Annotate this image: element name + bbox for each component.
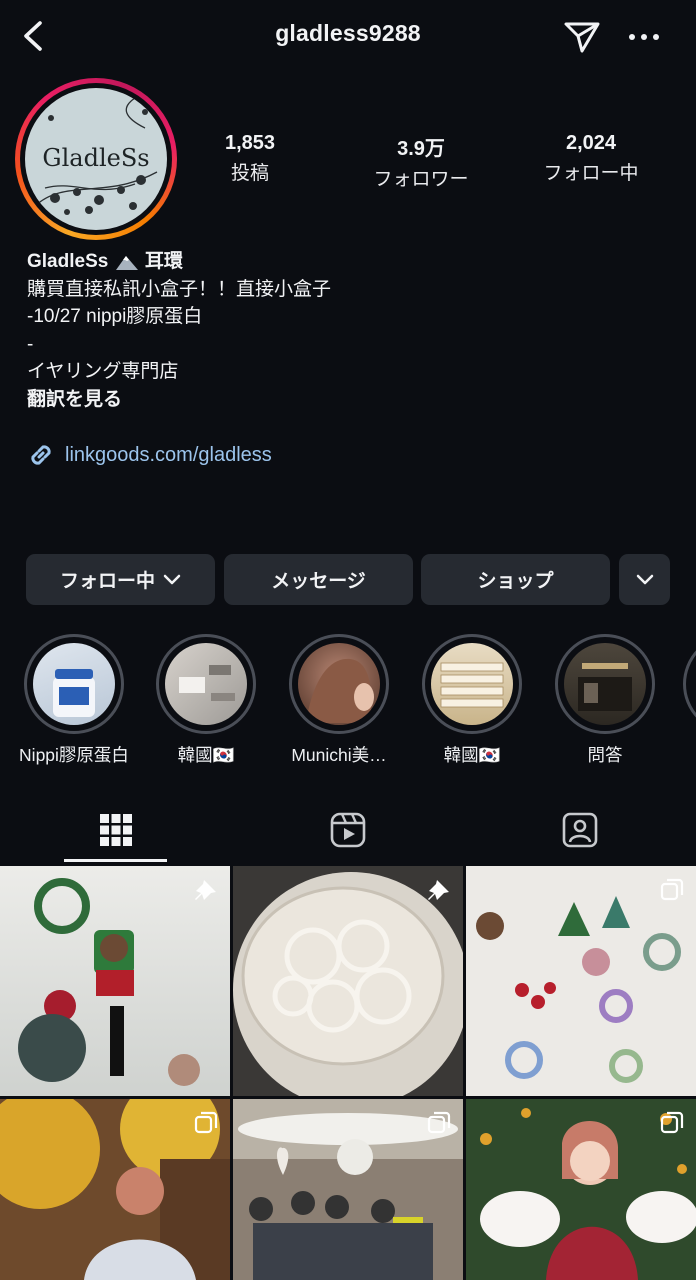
highlight-label: Nippi膠原蛋白 (19, 745, 129, 765)
active-tab-indicator (64, 859, 167, 862)
followers-stat[interactable]: 3.9万 フォロワー (351, 132, 491, 191)
story-highlight[interactable]: Nippi膠原蛋白 (19, 634, 129, 767)
shop-button-label: ショップ (477, 571, 554, 592)
pinned-post-icon (195, 880, 216, 900)
avatar-logo-text: GladleSs (42, 144, 150, 172)
chevron-down-icon (636, 574, 653, 584)
send-icon[interactable] (562, 16, 602, 56)
story-highlight[interactable]: Munichi美… (284, 634, 394, 767)
post-thumbnail[interactable] (466, 866, 696, 1096)
profile-avatar[interactable]: GladleSs (25, 88, 167, 230)
display-name: GladleSs (27, 251, 109, 272)
profile-bio: GladleSs 耳環 購買直接私訊小盒子！！直接小盒子 -10/27 nipp… (27, 248, 667, 413)
profile-link[interactable]: linkgoods.com/gladless (27, 440, 272, 470)
highlight-cover (33, 643, 115, 725)
link-icon (31, 445, 51, 465)
following-label: フォロー中 (543, 163, 639, 184)
post-thumbnail[interactable] (0, 866, 230, 1096)
bio-line: イヤリング専門店 (27, 361, 179, 382)
carousel-icon (427, 1111, 451, 1134)
following-count: 2,024 (565, 132, 617, 154)
display-name-suffix: 耳環 (144, 251, 183, 272)
following-button[interactable]: フォロー中 (26, 554, 215, 605)
post-thumbnail[interactable] (0, 1099, 230, 1280)
more-options-icon[interactable] (626, 22, 662, 52)
pinned-post-icon (428, 880, 449, 900)
highlight-cover (298, 643, 380, 725)
message-button[interactable]: メッセージ (224, 554, 413, 605)
chevron-down-icon (163, 574, 181, 584)
highlight-label: 韓國🇰🇷 (443, 745, 501, 765)
bio-name-line: GladleSs 耳環 (27, 248, 667, 276)
posts-stat[interactable]: 1,853 投稿 (180, 132, 320, 185)
highlight-cover (431, 643, 513, 725)
mountain-emoji-icon (115, 255, 138, 270)
highlight-cover (564, 643, 646, 725)
clips-photo-icon (179, 665, 235, 701)
post-thumbnail[interactable] (233, 1099, 463, 1280)
following-stat[interactable]: 2,024 フォロー中 (521, 132, 661, 185)
highlight-label: 韓國🇰🇷 (177, 745, 235, 765)
posts-label: 投稿 (230, 163, 269, 184)
shop-button[interactable]: ショップ (421, 554, 610, 605)
tab-posts-grid[interactable] (0, 800, 232, 860)
top-bar: gladless9288 (0, 0, 696, 72)
posts-grid (0, 866, 696, 1280)
followers-label: フォロワー (373, 169, 469, 190)
carousel-icon (660, 1111, 684, 1134)
tab-tagged[interactable] (464, 800, 696, 860)
suggested-accounts-button[interactable] (619, 554, 670, 605)
highlight-cover (165, 643, 247, 725)
post-thumbnail[interactable] (233, 866, 463, 1096)
profile-link-text: linkgoods.com/gladless (65, 443, 272, 466)
story-highlight[interactable]: 韓國🇰🇷 (151, 634, 261, 767)
story-highlight[interactable]: 韓國🇰🇷 (417, 634, 527, 767)
grid-icon (100, 814, 132, 846)
bio-line: - (27, 333, 34, 355)
see-translation-link[interactable]: 翻訳を見る (27, 386, 667, 414)
message-button-label: メッセージ (271, 571, 366, 592)
reels-icon (330, 812, 366, 848)
posts-count: 1,853 (224, 132, 276, 154)
story-highlight[interactable]: 問答 (550, 634, 660, 767)
profile-tabs (0, 800, 696, 864)
followers-count: 3.9万 (397, 138, 445, 160)
bio-line: 購買直接私訊小盒子！！直接小盒子 (27, 278, 332, 300)
following-button-label: フォロー中 (59, 571, 155, 592)
bio-line: -10/27 nippi膠原蛋白 (27, 306, 203, 327)
post-thumbnail[interactable] (466, 1099, 696, 1280)
shop-photo-icon (578, 663, 632, 711)
highlight-label: 問答 (587, 745, 623, 765)
collagen-jar-icon (53, 669, 95, 717)
tab-reels[interactable] (232, 800, 464, 860)
carousel-icon (660, 878, 684, 901)
story-ring[interactable]: GladleSs (15, 78, 177, 240)
display-shelf-icon (440, 662, 504, 708)
tagged-user-icon (562, 812, 598, 848)
carousel-icon (194, 1111, 218, 1134)
story-highlight-partial[interactable] (683, 634, 696, 734)
highlight-label: Munichi美… (291, 745, 387, 765)
hair-photo-icon (306, 658, 374, 723)
